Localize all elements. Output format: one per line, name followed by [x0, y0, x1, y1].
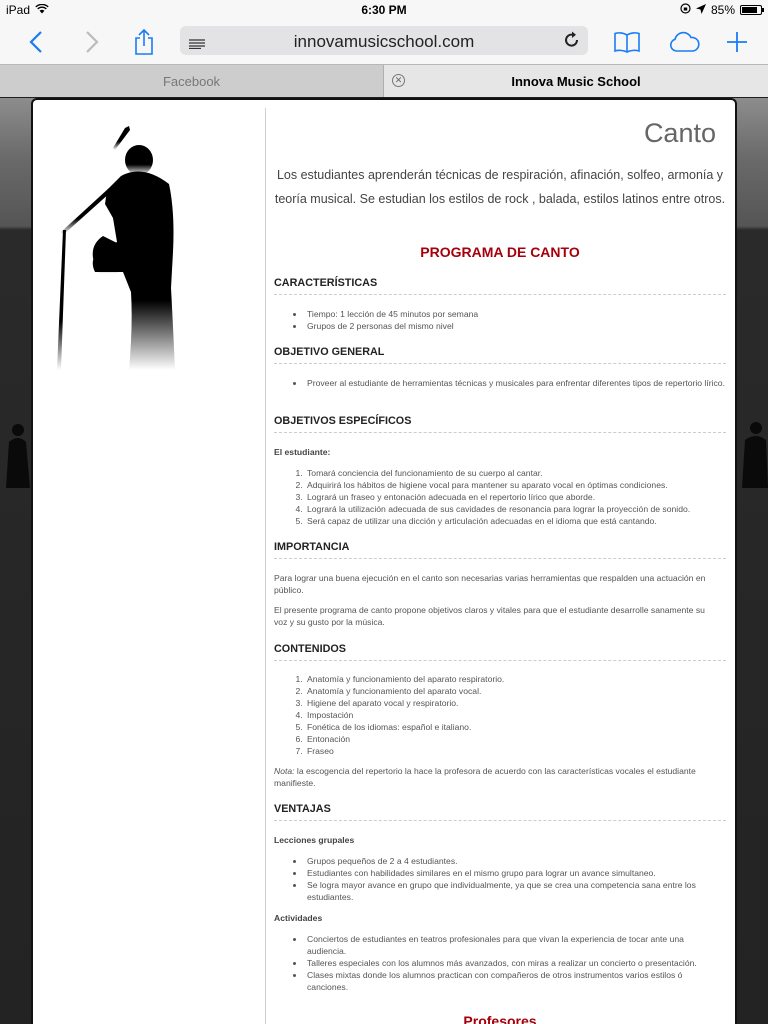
section-heading-importancia: IMPORTANCIA [274, 541, 726, 559]
address-bar[interactable]: innovamusicschool.com [180, 26, 588, 55]
subheading-lecciones-grupales: Lecciones grupales [274, 835, 355, 845]
importancia-paragraph: El presente programa de canto propone ob… [274, 605, 705, 627]
section-heading-objetivos-especificos: OBJETIVOS ESPECÍFICOS [274, 415, 726, 433]
section-heading-objetivo-general: OBJETIVO GENERAL [274, 346, 726, 364]
objetivo-general-list: Proveer al estudiante de herramientas té… [305, 377, 725, 389]
section-heading-ventajas: VENTAJAS [274, 803, 726, 821]
list-item: Clases mixtas donde los alumnos practica… [305, 969, 725, 993]
list-item: Higiene del aparato vocal y respiratorio… [305, 697, 725, 709]
contenidos-list: Anatomía y funcionamiento del aparato re… [305, 673, 725, 757]
section-heading-caracteristicas: CARACTERÍSTICAS [274, 277, 726, 295]
profesores-title: Profesores [463, 1013, 537, 1024]
battery-icon [740, 5, 764, 15]
chevron-right-icon [86, 31, 99, 53]
url-text: innovamusicschool.com [293, 32, 475, 51]
importancia-paragraph: Para lograr una buena ejecución en el ca… [274, 573, 706, 595]
caracteristicas-list: Tiempo: 1 lección de 45 minutos por sema… [305, 308, 725, 332]
back-button[interactable] [24, 26, 48, 58]
list-item: Conciertos de estudiantes en teatros pro… [305, 933, 725, 957]
column-divider [265, 108, 266, 1024]
list-item: Se logra mayor avance en grupo que indiv… [305, 879, 725, 903]
status-bar: iPad 6:30 PM 85% [0, 0, 768, 20]
tab-facebook[interactable]: Facebook [0, 65, 384, 97]
battery-percent: 85% [710, 3, 735, 17]
list-item: Grupos pequeños de 2 a 4 estudiantes. [305, 855, 725, 867]
list-item: Tomará conciencia del funcionamiento de … [305, 467, 725, 479]
browser-toolbar: innovamusicschool.com [0, 20, 768, 64]
battery-fill [742, 7, 758, 13]
cloud-icon [669, 31, 700, 52]
program-title: PROGRAMA DE CANTO [420, 244, 580, 260]
note-text: la escogencia del repertorio la hace la … [274, 766, 696, 788]
share-button[interactable] [130, 26, 158, 58]
close-icon[interactable]: ✕ [392, 74, 405, 87]
bookmarks-button[interactable] [612, 26, 642, 58]
decorative-silhouette [742, 422, 768, 488]
list-item: Logrará un fraseo y entonación adecuada … [305, 491, 725, 503]
intro-text: Los estudiantes aprenderán técnicas de r… [274, 168, 726, 206]
list-item: Estudiantes con habilidades similares en… [305, 867, 725, 879]
tab-bar: Facebook ✕ Innova Music School [0, 64, 768, 97]
status-right: 85% [680, 3, 764, 17]
share-icon [135, 28, 153, 55]
lecciones-grupales-list: Grupos pequeños de 2 a 4 estudiantes. Es… [305, 855, 725, 903]
list-item: Fonética de los idiomas: español e itali… [305, 721, 725, 733]
singer-silhouette-image [57, 126, 175, 370]
tab-label: Innova Music School [511, 73, 641, 89]
list-item: Logrará la utilización adecuada de sus c… [305, 503, 725, 515]
actividades-list: Conciertos de estudiantes en teatros pro… [305, 933, 725, 993]
list-item: Anatomía y funcionamiento del aparato vo… [305, 685, 725, 697]
page-title: Canto [643, 118, 716, 148]
subheading-el-estudiante: El estudiante: [274, 447, 331, 457]
plus-icon [727, 32, 747, 52]
new-tab-button[interactable] [724, 26, 750, 58]
book-icon [614, 32, 640, 53]
objetivos-especificos-list: Tomará conciencia del funcionamiento de … [305, 467, 725, 527]
list-item: Será capaz de utilizar una dicción y art… [305, 515, 725, 527]
content-panel: Canto Los estudiantes aprenderán técnica… [31, 98, 737, 1024]
icloud-tabs-button[interactable] [666, 26, 702, 58]
list-item: Anatomía y funcionamiento del aparato re… [305, 673, 725, 685]
list-item: Impostación [305, 709, 725, 721]
list-item: Entonación [305, 733, 725, 745]
note-label: Nota: [274, 766, 295, 776]
list-item: Talleres especiales con los alumnos más … [305, 957, 725, 969]
reload-icon[interactable] [564, 31, 580, 54]
status-time: 6:30 PM [361, 3, 407, 17]
list-item: Grupos de 2 personas del mismo nivel [305, 320, 725, 332]
contenidos-note: Nota: la escogencia del repertorio la ha… [274, 765, 714, 789]
forward-button[interactable] [80, 26, 104, 58]
tab-innova[interactable]: ✕ Innova Music School [384, 65, 768, 97]
tab-label: Facebook [162, 73, 221, 89]
list-item: Fraseo [305, 745, 725, 757]
list-item: Proveer al estudiante de herramientas té… [305, 377, 725, 389]
list-item: Adquirirá los hábitos de higiene vocal p… [305, 479, 725, 491]
lock-rotation-icon [680, 3, 691, 17]
subheading-actividades: Actividades [274, 913, 323, 923]
decorative-silhouette [6, 424, 30, 488]
section-heading-contenidos: CONTENIDOS [274, 643, 726, 661]
location-icon [695, 3, 706, 17]
chevron-left-icon [29, 31, 42, 53]
list-item: Tiempo: 1 lección de 45 minutos por sema… [305, 308, 725, 320]
sidebar [33, 100, 265, 1024]
